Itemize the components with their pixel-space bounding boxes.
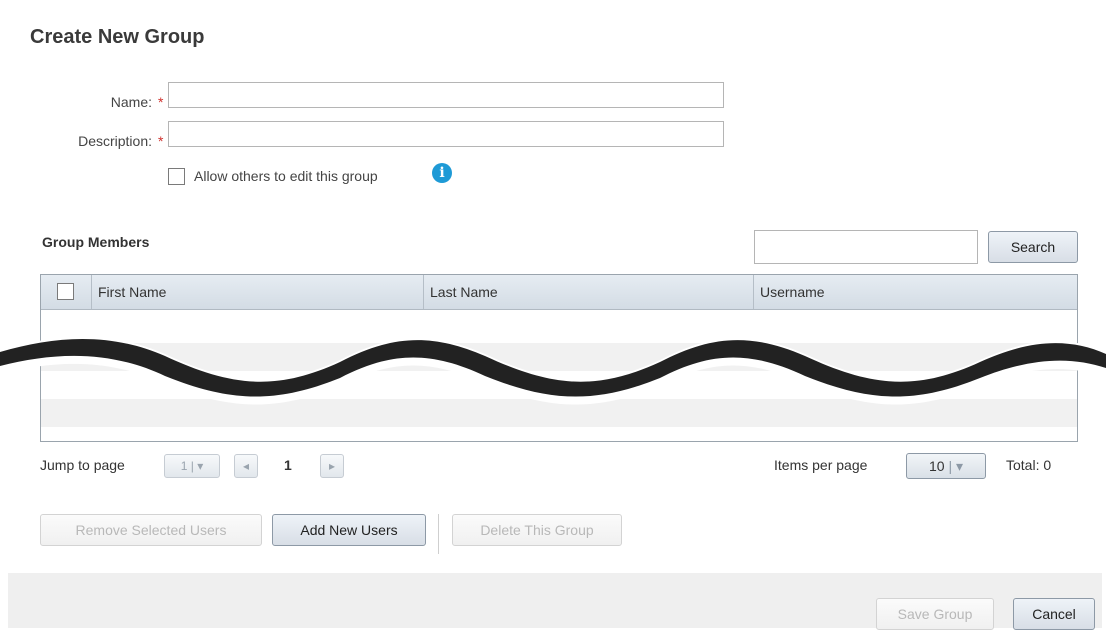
column-last-name[interactable]: Last Name [423,275,753,309]
description-label: Description: [78,133,152,149]
member-search-input[interactable] [754,230,978,264]
info-icon[interactable]: i [432,163,452,183]
description-required-marker: * [158,133,164,149]
total-count: Total: 0 [1006,457,1052,473]
chevron-down-icon: | ▾ [190,459,204,473]
allow-edit-label: Allow others to edit this group [194,168,378,184]
items-per-page-select[interactable]: 10 | ▾ [906,453,986,479]
current-page: 1 [284,457,292,473]
jump-to-page-value: 1 [180,459,188,473]
dialog-footer: Save Group Cancel [8,573,1102,630]
group-members-title: Group Members [42,234,150,250]
grid-header: First Name Last Name Username [41,275,1077,310]
name-label: Name: [110,94,152,110]
next-page-button[interactable]: ▸ [320,454,344,478]
dialog-title: Create New Group [30,26,205,48]
jump-to-page-select[interactable]: 1 | ▾ [164,454,220,478]
chevron-left-icon: ◂ [242,459,250,473]
chevron-right-icon: ▸ [328,459,336,473]
select-all-checkbox[interactable] [57,283,74,300]
remove-selected-users-button[interactable]: Remove Selected Users [40,514,262,546]
name-input[interactable] [168,82,724,108]
delete-group-button[interactable]: Delete This Group [452,514,622,546]
jump-to-page-label: Jump to page [40,457,125,473]
allow-edit-checkbox[interactable] [168,168,185,185]
column-username[interactable]: Username [753,275,1077,309]
create-group-dialog: Create New Group Name: * Description: * … [0,8,1106,630]
search-button[interactable]: Search [988,231,1078,263]
items-per-page-value: 10 [928,458,945,474]
name-required-marker: * [158,94,164,110]
add-new-users-button[interactable]: Add New Users [272,514,426,546]
description-input[interactable] [168,121,724,147]
items-per-page-label: Items per page [774,457,868,473]
action-divider [438,514,439,554]
save-group-button[interactable]: Save Group [876,598,994,630]
chevron-down-icon: | ▾ [948,458,964,474]
previous-page-button[interactable]: ◂ [234,454,258,478]
cancel-button[interactable]: Cancel [1013,598,1095,630]
torn-edge-wave [0,337,1106,405]
column-first-name[interactable]: First Name [91,275,423,309]
